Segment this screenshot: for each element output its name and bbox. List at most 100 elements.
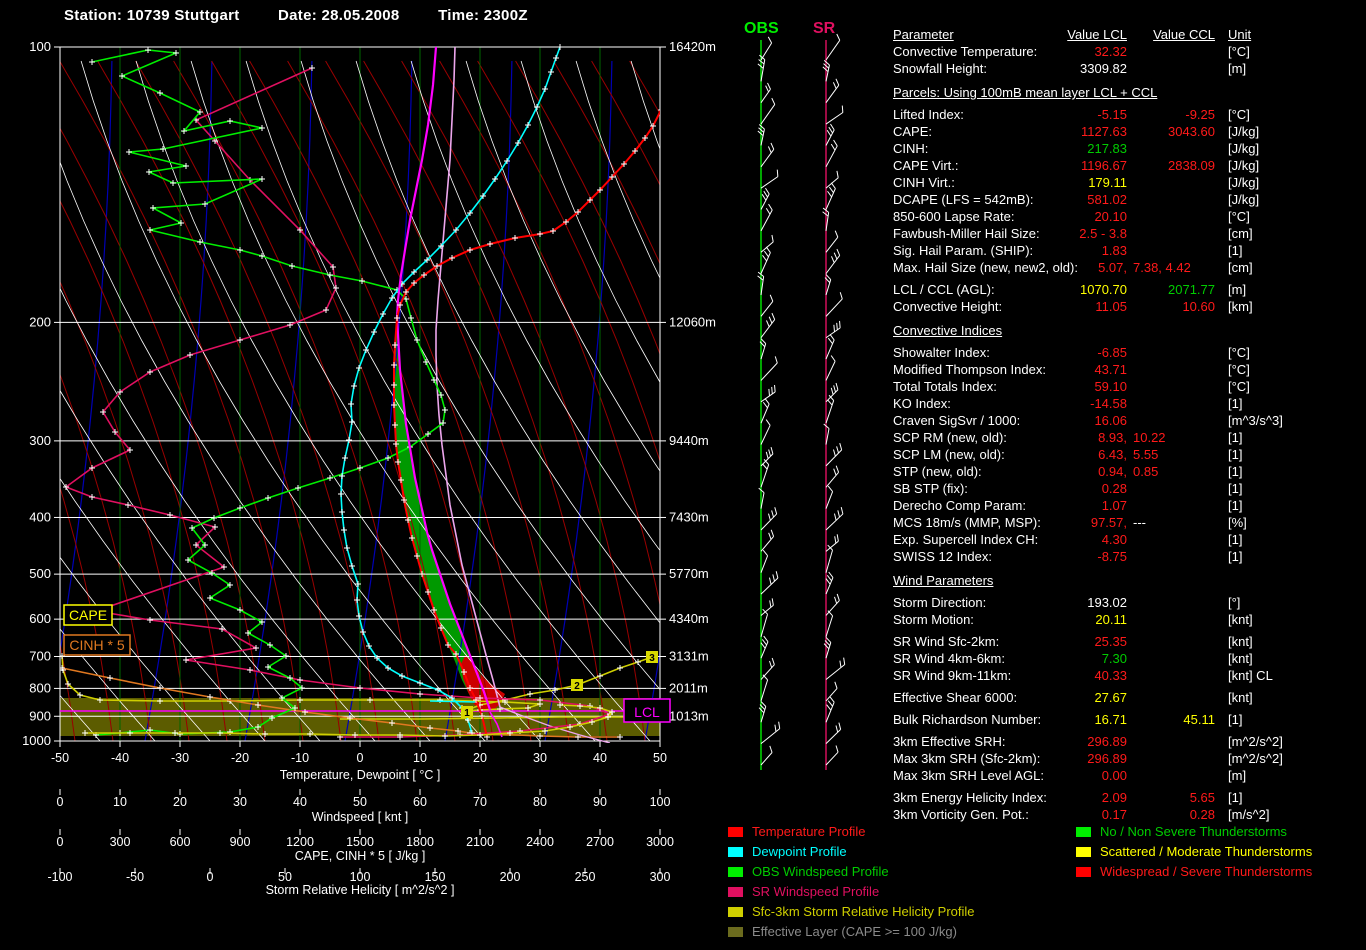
legend-label: OBS Windspeed Profile — [752, 864, 889, 879]
bottom-axis-0: -50 -40 -30 -20 -10 0 10 20 30 40 50 Temperature, D… — [51, 741, 667, 782]
value-lcl: 217.83 — [1087, 141, 1127, 156]
unit-label: [J/kg] — [1228, 124, 1260, 139]
bottom-axis-1: 0 10 20 30 40 50 60 70 80 90 100 Windspeed [ knt ] — [57, 789, 670, 824]
svg-text:4340m: 4340m — [669, 611, 709, 626]
profile-legend-item: Dewpoint Profile — [728, 842, 975, 862]
unit-label: [1] — [1228, 712, 1243, 727]
unit-label: [m] — [1228, 282, 1247, 297]
value-lcl: 16.71 — [1094, 712, 1127, 727]
unit-label: [1] — [1228, 498, 1243, 513]
table-row: CINH Virt.: 179.11 [J/kg] — [893, 174, 1363, 191]
svg-text:70: 70 — [473, 795, 487, 809]
svg-text:300: 300 — [650, 870, 671, 884]
svg-text:1800: 1800 — [406, 835, 434, 849]
value-lcl: -14.58 — [1090, 396, 1127, 411]
table-row: Bulk Richardson Number: 16.71 45.11 [1] — [893, 711, 1363, 728]
table-header-row: Parameter Value LCL Value CCL Unit — [893, 26, 1363, 43]
table-row: Derecho Comp Param: 1.07 [1] — [893, 497, 1363, 514]
svg-text:CAPE: CAPE — [69, 607, 107, 623]
sr-windspeed-profile-markers — [63, 65, 613, 740]
svg-text:2011m: 2011m — [669, 680, 708, 695]
svg-text:2700: 2700 — [586, 835, 614, 849]
table-row: Lifted Index: -5.15 -9.25 [°C] — [893, 106, 1363, 123]
svg-text:-50: -50 — [126, 870, 144, 884]
svg-text:0: 0 — [207, 870, 214, 884]
value-lcl: 179.11 — [1088, 175, 1127, 190]
col-header-unit: Unit — [1228, 27, 1252, 42]
legend-swatch-icon — [728, 907, 743, 917]
value-ccl: 2838.09 — [1168, 158, 1215, 173]
unit-label: [°] — [1228, 595, 1241, 610]
severity-legend-item: Widespread / Severe Thunderstorms — [1076, 862, 1312, 882]
svg-text:50: 50 — [353, 795, 367, 809]
value-ccl: 45.11 — [1183, 712, 1215, 727]
profile-legend-item: OBS Windspeed Profile — [728, 862, 975, 882]
severity-legend-item: No / Non Severe Thunderstorms — [1076, 822, 1312, 842]
value-ccl: 7.38, 4.42 — [1133, 260, 1191, 275]
value-lcl: 0.94, — [1098, 464, 1127, 479]
unit-label: [°C] — [1228, 379, 1250, 394]
svg-text:3000: 3000 — [646, 835, 674, 849]
legend-label: SR Windspeed Profile — [752, 884, 880, 899]
height-axis-labels: 16420m 12060m 9440m 7430m 5770m 4340m 3131m 201… — [660, 39, 716, 723]
table-row: SCP RM (new, old): 8.93, 10.22 [1] — [893, 429, 1363, 446]
svg-text:600: 600 — [29, 611, 51, 626]
legend-swatch-icon — [728, 847, 743, 857]
pressure-axis-labels: 100 200 300 400 500 600 700 800 900 1000 — [22, 39, 60, 748]
unit-label: [cm] — [1228, 226, 1253, 241]
value-ccl: -9.25 — [1185, 107, 1215, 122]
svg-text:80: 80 — [533, 795, 547, 809]
svg-text:Storm Relative Helicity [ m^2/: Storm Relative Helicity [ m^2/s^2 ] — [266, 883, 455, 897]
legend-swatch-icon — [1076, 847, 1091, 857]
svg-text:2: 2 — [574, 681, 580, 692]
unit-label: [1] — [1228, 396, 1243, 411]
table-row: SWISS 12 Index: -8.75 [1] — [893, 548, 1363, 565]
svg-text:100: 100 — [350, 870, 371, 884]
unit-label: [°C] — [1228, 209, 1250, 224]
value-lcl: -6.85 — [1097, 345, 1127, 360]
value-lcl: 2.09 — [1101, 790, 1127, 805]
table-row: 850-600 Lapse Rate: 20.10 [°C] — [893, 208, 1363, 225]
svg-text:50: 50 — [653, 751, 667, 765]
profile-legend-item: Effective Layer (CAPE >= 100 J/kg) — [728, 922, 975, 942]
svg-text:CINH * 5: CINH * 5 — [69, 637, 124, 653]
legend-label: No / Non Severe Thunderstorms — [1100, 824, 1287, 839]
value-lcl: 40.33 — [1094, 668, 1127, 683]
legend-swatch-icon — [1076, 827, 1091, 837]
table-row: 3km Effective SRH: 296.89 [m^2/s^2] — [893, 733, 1363, 750]
svg-text:LCL: LCL — [634, 704, 660, 720]
svg-text:2100: 2100 — [466, 835, 494, 849]
value-lcl: 7.30 — [1101, 651, 1127, 666]
value-lcl: 0.28 — [1101, 481, 1127, 496]
value-lcl: 0.17 — [1101, 807, 1127, 822]
svg-text:1200: 1200 — [286, 835, 314, 849]
value-ccl: 3043.60 — [1168, 124, 1215, 139]
svg-text:1: 1 — [464, 708, 470, 719]
unit-label: [km] — [1228, 299, 1253, 314]
value-lcl: 2.5 - 3.8 — [1079, 226, 1127, 241]
svg-text:12060m: 12060m — [669, 314, 716, 329]
table-row: CAPE Virt.: 1196.67 2838.09 [J/kg] — [893, 157, 1363, 174]
table-row: Storm Motion: 20.11 [knt] — [893, 611, 1363, 628]
value-lcl: 8.93, — [1098, 430, 1127, 445]
table-row: MCS 18m/s (MMP, MSP): 97.57, --- [%] — [893, 514, 1363, 531]
table-row: SR Wind Sfc-2km: 25.35 [knt] — [893, 633, 1363, 650]
value-lcl: 1070.70 — [1080, 282, 1127, 297]
unit-label: [1] — [1228, 464, 1243, 479]
svg-text:-100: -100 — [47, 870, 72, 884]
unit-label: [m^2/s^2] — [1228, 734, 1283, 749]
table-row: Fawbush-Miller Hail Size: 2.5 - 3.8 [cm] — [893, 225, 1363, 242]
table-row: DCAPE (LFS = 542mB): 581.02 [J/kg] — [893, 191, 1363, 208]
svg-text:300: 300 — [110, 835, 131, 849]
unit-label: [°C] — [1228, 107, 1250, 122]
legend-label: Scattered / Moderate Thunderstorms — [1100, 844, 1313, 859]
value-lcl: 27.67 — [1094, 690, 1127, 705]
table-row: Convective Height: 11.05 10.60 [km] — [893, 298, 1363, 315]
value-lcl: 1.07 — [1101, 498, 1127, 513]
svg-text:Temperature, Dewpoint [ °C ]: Temperature, Dewpoint [ °C ] — [280, 768, 441, 782]
unit-label: [knt] — [1228, 651, 1253, 666]
value-lcl: 6.43, — [1098, 447, 1127, 462]
value-ccl: 5.55 — [1133, 447, 1159, 462]
svg-text:9440m: 9440m — [669, 433, 709, 448]
value-lcl: 25.35 — [1094, 634, 1127, 649]
